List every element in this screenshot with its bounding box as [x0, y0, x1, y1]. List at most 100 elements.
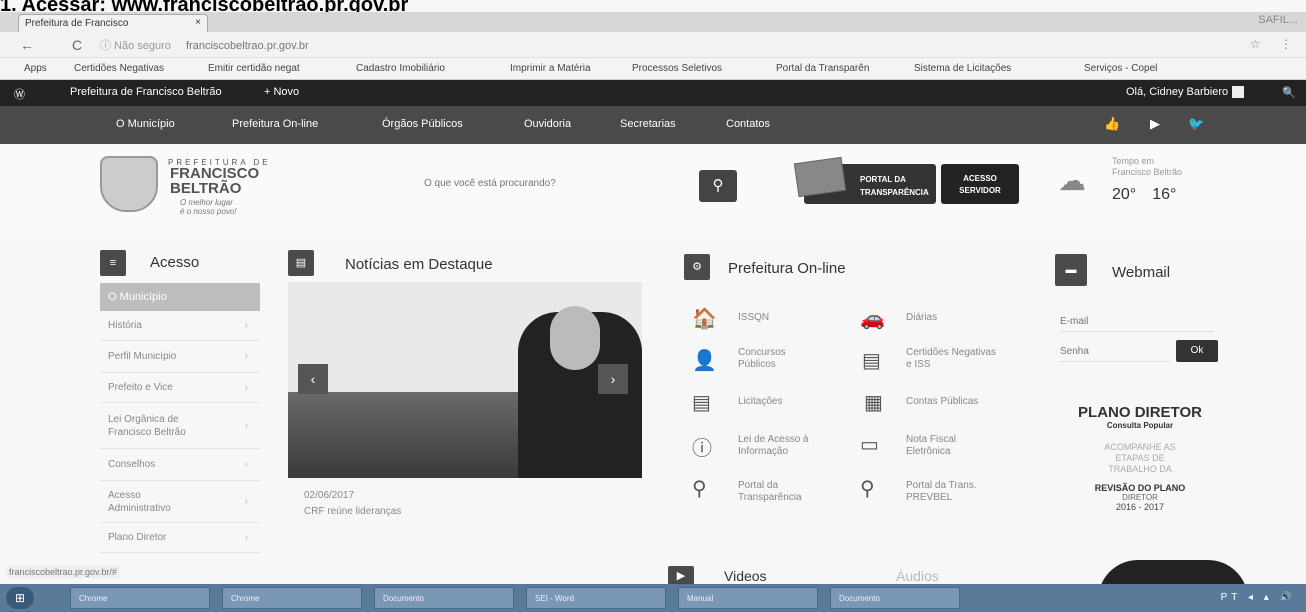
- address-bar: ← C ⓘ Não seguro franciscobeltrao.pr.gov…: [0, 32, 1306, 58]
- youtube-icon[interactable]: ▶: [1150, 116, 1160, 132]
- acesso-menu: O Município História › Perfil Município › …: [100, 283, 260, 553]
- nav-contatos[interactable]: Contatos: [726, 118, 770, 130]
- taskbar-item[interactable]: SEI - Word: [526, 587, 666, 609]
- acesso-item-perfil[interactable]: Perfil Município ›: [100, 341, 260, 373]
- svc-concursos[interactable]: Concursos Públicos: [738, 347, 818, 371]
- star-menu-icons[interactable]: ☆ ⋮: [1250, 37, 1300, 51]
- acesso-item-lei-organica[interactable]: Lei Orgânica de Francisco Beltrão ›: [100, 403, 260, 449]
- photo-speaker-head: [550, 306, 600, 370]
- acesso-item-historia[interactable]: História ›: [100, 311, 260, 341]
- bookmark-processos[interactable]: Processos Seletivos: [632, 63, 722, 74]
- carousel-next-icon[interactable]: ›: [598, 364, 628, 394]
- info-circle-icon: ⓘ: [692, 438, 712, 460]
- svc-contas-publicas[interactable]: Contas Públicas: [906, 396, 978, 408]
- acesso-servidor-button[interactable]: ACESSO SERVIDOR: [941, 164, 1019, 204]
- slogan-line1: O melhor lugar: [180, 198, 233, 207]
- webmail-password-input[interactable]: [1060, 342, 1170, 362]
- window-user-label: SAFIL...: [1258, 14, 1298, 26]
- svc-licitacoes[interactable]: Licitações: [738, 396, 782, 408]
- plano-diretor-banner[interactable]: PLANO DIRETOR Consulta Popular ACOMPANHE…: [1055, 404, 1225, 512]
- acesso-item-municipio[interactable]: O Município: [100, 283, 260, 311]
- browser-tab[interactable]: Prefeitura de Francisco ×: [18, 14, 208, 32]
- news-caption[interactable]: CRF reúne lideranças: [304, 506, 401, 517]
- nav-prefeitura-online[interactable]: Prefeitura On-line: [232, 118, 318, 130]
- videos-title[interactable]: Videos: [724, 568, 767, 584]
- acesso-label-1: ACESSO: [963, 174, 997, 183]
- acesso-item-conselhos[interactable]: Conselhos ›: [100, 449, 260, 481]
- weather-line1: Tempo em: [1112, 156, 1155, 166]
- url-field[interactable]: ⓘ Não seguro franciscobeltrao.pr.gov.br: [100, 37, 309, 53]
- nav-ouvidoria[interactable]: Ouvidoria: [524, 118, 571, 130]
- invoice-icon: ▭: [860, 434, 879, 456]
- nav-municipio[interactable]: O Município: [116, 118, 175, 130]
- not-secure-label: ⓘ Não seguro: [100, 40, 171, 52]
- bookmark-cadastro[interactable]: Cadastro Imobiliário: [356, 63, 445, 74]
- bookmark-imprimir[interactable]: Imprimir a Matéria: [510, 63, 591, 74]
- svc-issqn[interactable]: ISSQN: [738, 312, 769, 324]
- admin-site-link[interactable]: Prefeitura de Francisco Beltrão: [70, 86, 222, 98]
- webmail-title: Webmail: [1112, 264, 1171, 281]
- svc-portal-prevbel[interactable]: Portal da Trans. PREVBEL: [906, 480, 1006, 504]
- nav-orgaos-publicos[interactable]: Órgãos Públicos: [382, 118, 463, 130]
- online-title: Prefeitura On-line: [728, 260, 846, 277]
- admin-bar: Ⓦ Prefeitura de Francisco Beltrão + Novo…: [0, 80, 1306, 106]
- temp-max: 20°: [1112, 186, 1137, 203]
- taskbar-item[interactable]: Chrome: [70, 587, 210, 609]
- admin-user-greeting[interactable]: Olá, Cidney Barbiero: [1126, 86, 1245, 99]
- browser-tab-strip: Prefeitura de Francisco × SAFIL...: [0, 12, 1306, 32]
- chevron-right-icon: ›: [244, 532, 248, 543]
- search-icon: ⚲: [712, 177, 724, 194]
- taskbar-item[interactable]: Documento: [830, 587, 960, 609]
- back-arrow-icon[interactable]: ←: [20, 37, 34, 53]
- bookmark-apps[interactable]: Apps: [24, 63, 47, 74]
- acesso-item-prefeito[interactable]: Prefeito e Vice ›: [100, 373, 260, 403]
- reload-icon[interactable]: C: [72, 37, 82, 53]
- document-list-icon: ▤: [692, 392, 711, 414]
- twitter-icon[interactable]: 🐦: [1188, 116, 1204, 132]
- search-button[interactable]: ⚲: [699, 170, 737, 202]
- taskbar-item[interactable]: Chrome: [222, 587, 362, 609]
- webmail-ok-button[interactable]: Ok: [1176, 340, 1218, 362]
- thumbs-up-icon[interactable]: 👍: [1104, 116, 1120, 132]
- url-text: franciscobeltrao.pr.gov.br: [186, 40, 309, 52]
- site-search-input[interactable]: [424, 178, 684, 189]
- bookmark-certidoes[interactable]: Certidões Negativas: [74, 63, 164, 74]
- logo-name[interactable]: FRANCISCO BELTRÃO: [170, 166, 259, 196]
- taskbar-item[interactable]: Manual: [678, 587, 818, 609]
- acesso-item-administrativo[interactable]: Acesso Administrativo ›: [100, 481, 260, 523]
- nav-secretarias[interactable]: Secretarias: [620, 118, 676, 130]
- acesso-label-2: SERVIDOR: [959, 186, 1001, 195]
- bookmark-portal[interactable]: Portal da Transparên: [776, 63, 869, 74]
- svc-certidoes[interactable]: Certidões Negativas e ISS: [906, 347, 1004, 371]
- svc-nota-fiscal[interactable]: Nota Fiscal Eletrônica: [906, 434, 986, 458]
- admin-new-link[interactable]: + Novo: [264, 86, 299, 98]
- plano-acompanhe-1: ACOMPANHE AS: [1104, 442, 1176, 452]
- start-button-icon[interactable]: ⊞: [6, 587, 34, 609]
- magnifier-icon: ⚲: [692, 478, 707, 500]
- plano-acompanhe-3: TRABALHO DA: [1108, 464, 1172, 474]
- taskbar-item[interactable]: Documento: [374, 587, 514, 609]
- plano-diretor-word: DIRETOR: [1122, 493, 1158, 502]
- site-header: PREFEITURA DE FRANCISCO BELTRÃO O melhor…: [0, 144, 1306, 240]
- svc-lei-acesso[interactable]: Lei de Acesso à Informação: [738, 434, 838, 458]
- portal-transparencia-button[interactable]: PORTAL DA TRANSPARÊNCIA: [793, 156, 936, 204]
- audios-title[interactable]: Áudios: [896, 568, 939, 584]
- wordpress-icon[interactable]: Ⓦ: [14, 86, 25, 102]
- bookmark-emitir-certidao[interactable]: Emitir certidão negat: [208, 63, 300, 74]
- bookmark-licitacoes[interactable]: Sistema de Licitações: [914, 63, 1011, 74]
- carousel-prev-icon[interactable]: ‹: [298, 364, 328, 394]
- tab-close-icon[interactable]: ×: [195, 17, 201, 28]
- news-carousel-image[interactable]: ‹ ›: [288, 282, 642, 478]
- system-tray[interactable]: PT ◂ ▴ 🔊: [1221, 592, 1296, 603]
- webmail-email-input[interactable]: [1060, 312, 1214, 332]
- city-crest-logo[interactable]: [100, 156, 158, 212]
- svc-diarias[interactable]: Diárias: [906, 312, 937, 324]
- search-icon[interactable]: 🔍: [1282, 86, 1296, 99]
- menu-icon: ≡: [100, 250, 126, 276]
- acesso-item-plano-diretor[interactable]: Plano Diretor ›: [100, 523, 260, 553]
- bookmark-copel[interactable]: Serviços - Copel: [1084, 63, 1157, 74]
- portal-image: [793, 156, 847, 198]
- svc-portal-transparencia[interactable]: Portal da Transparência: [738, 480, 828, 504]
- building-icon: 🏠: [692, 308, 717, 330]
- logo-slogan: O melhor lugar é o nosso povo!: [180, 198, 236, 216]
